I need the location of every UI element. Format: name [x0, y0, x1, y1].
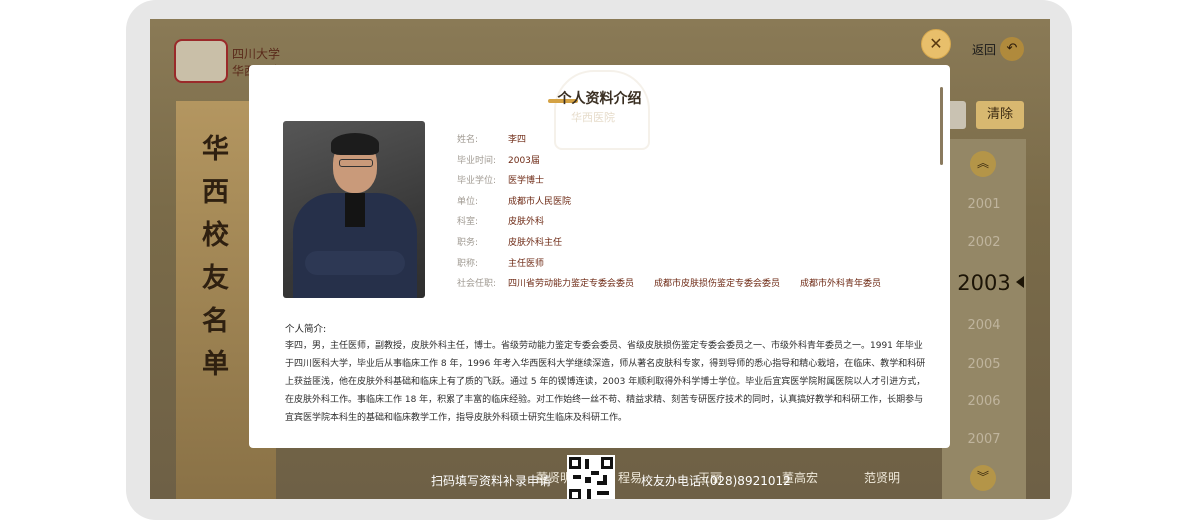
social-role: 成都市外科青年委员 [800, 279, 882, 289]
qr-code [567, 455, 615, 499]
panel-title-char: 西 [202, 177, 229, 208]
year-item[interactable]: 2007 [962, 432, 1006, 447]
year-item[interactable]: 2006 [962, 394, 1006, 409]
field-value-department: 皮肤外科 [508, 217, 545, 227]
field-value-position: 皮肤外科主任 [508, 238, 563, 248]
field-label-title: 职称: [457, 259, 479, 269]
field-label-position: 职务: [457, 238, 479, 248]
modal-title: 个人资料介绍 [557, 91, 642, 107]
bio-label: 个人简介: [285, 324, 327, 335]
field-value-graduation: 2003届 [508, 156, 540, 166]
field-value-unit: 成都市人民医院 [508, 197, 572, 207]
field-label-unit: 单位: [457, 197, 479, 207]
panel-title-char: 单 [202, 349, 229, 380]
chevron-up-icon[interactable]: ︽ [970, 151, 996, 177]
scrollbar[interactable] [940, 87, 943, 165]
alumni-name[interactable]: 范贤明 [864, 469, 900, 486]
profile-photo [283, 121, 425, 298]
year-item[interactable]: 2001 [962, 197, 1006, 212]
watermark-text: 华西医院 [571, 111, 615, 124]
year-item-active[interactable]: 2003 [956, 271, 1012, 295]
panel-title-char: 华 [202, 134, 229, 165]
back-arrow-icon[interactable]: ↶ [1000, 37, 1024, 61]
contact-phone: 校友办电话:(028)8921012 [641, 474, 791, 488]
field-value-title: 主任医师 [508, 259, 545, 269]
field-label-department: 科室: [457, 217, 479, 227]
active-year-pointer-icon [1016, 276, 1024, 288]
back-label[interactable]: 返回 [972, 41, 996, 58]
chevron-down-icon[interactable]: ︾ [970, 465, 996, 491]
year-item[interactable]: 2002 [962, 235, 1006, 250]
bio-text: 李四，男，主任医师，副教授，皮肤外科主任，博士。省级劳动能力鉴定专委会委员、省级… [285, 341, 926, 423]
school-name-small: 四川大学 [232, 47, 281, 61]
year-item[interactable]: 2004 [962, 318, 1006, 333]
panel-title-char: 校 [202, 220, 229, 251]
year-item[interactable]: 2005 [962, 357, 1006, 372]
panel-title-char: 友 [202, 263, 229, 294]
social-role: 成都市皮肤损伤鉴定专委会委员 [654, 279, 781, 289]
field-label-name: 姓名: [457, 135, 479, 145]
clear-button[interactable]: 清除 [976, 101, 1024, 129]
alumni-name[interactable]: 程易 [618, 469, 642, 486]
social-role: 四川省劳动能力鉴定专委会委员 [508, 279, 635, 289]
field-label-social: 社会任职: [457, 279, 497, 289]
field-value-name: 李四 [508, 135, 527, 145]
field-label-degree: 毕业学位: [457, 176, 497, 186]
close-icon[interactable]: ✕ [921, 29, 951, 59]
panel-title-char: 名 [202, 306, 229, 337]
profile-modal: 华西医院 个人资料介绍 姓名: 李四 毕业时间: 2003届 毕业学位: 医学博… [249, 65, 950, 448]
school-logo [174, 39, 228, 83]
field-label-graduation: 毕业时间: [457, 156, 497, 166]
scan-prompt: 扫码填写资料补录申请 [431, 474, 552, 488]
field-value-degree: 医学博士 [508, 176, 545, 186]
